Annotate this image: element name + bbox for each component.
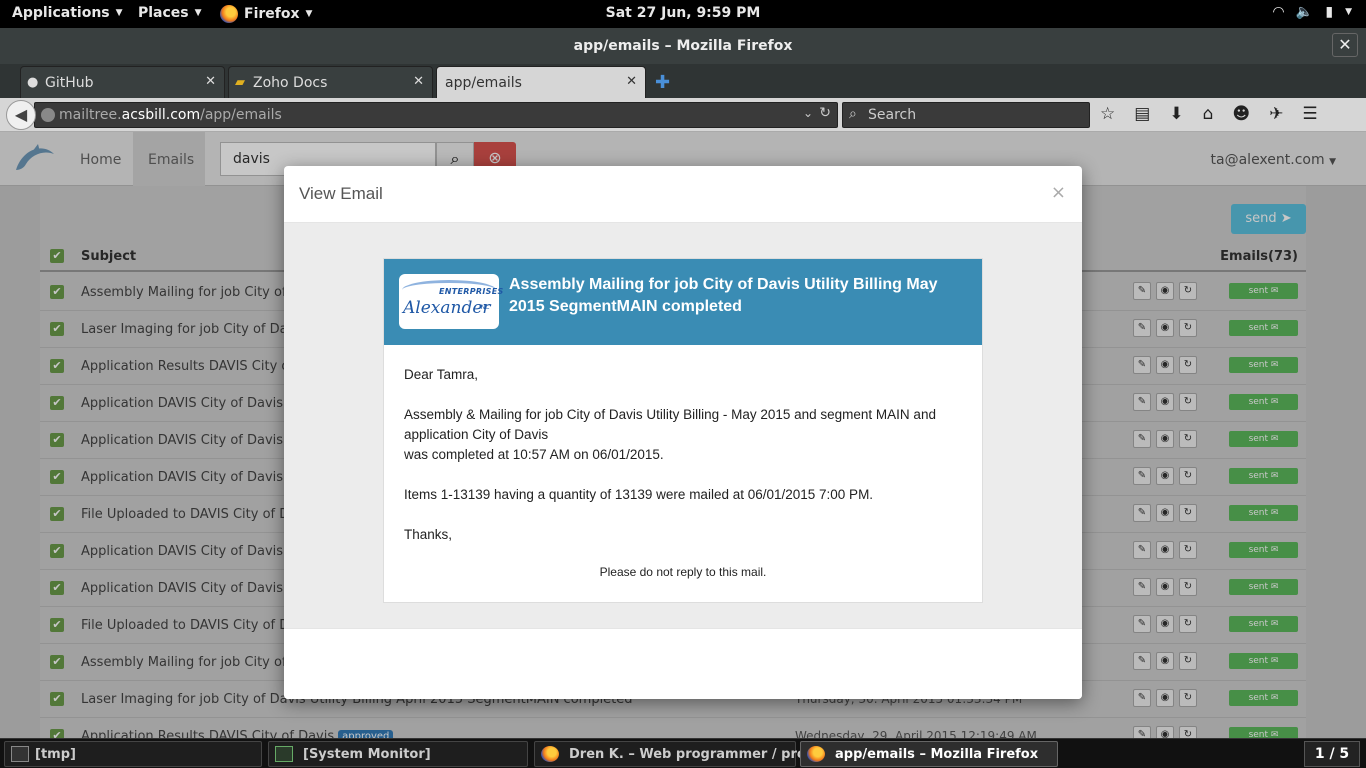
workspace-pager[interactable]: 1 / 5 — [1304, 741, 1360, 767]
email-body-line: Dear Tamra, — [404, 367, 479, 382]
tab-label: GitHub — [45, 75, 94, 91]
modal-close-button[interactable]: × — [1051, 182, 1066, 203]
reload-icon[interactable]: ↻ — [819, 105, 831, 121]
modal-title: View Email — [299, 184, 383, 203]
home-icon[interactable]: ⌂ — [1203, 104, 1214, 124]
search-placeholder: Search — [868, 107, 917, 123]
globe-icon — [41, 108, 55, 122]
task-label: [tmp] — [35, 747, 76, 762]
email-body-line — [404, 385, 964, 405]
tab-app-emails[interactable]: app/emails ✕ — [436, 66, 646, 98]
modal-footer — [284, 628, 1082, 699]
window-close-button[interactable]: ✕ — [1332, 33, 1358, 57]
extension-icon[interactable]: ✈ — [1269, 104, 1283, 124]
search-input[interactable]: ⌕ Search — [842, 102, 1090, 128]
email-footer-note: Please do not reply to this mail. — [599, 565, 767, 579]
hamburger-menu-icon[interactable]: ☰ — [1302, 104, 1317, 124]
firefox-icon — [541, 746, 559, 762]
task-system-monitor[interactable]: [System Monitor] — [268, 741, 528, 767]
email-body-line — [404, 505, 964, 525]
firefox-icon — [807, 746, 825, 762]
battery-icon: ▮ — [1325, 4, 1334, 20]
url-text: mailtree.acsbill.com/app/emails — [59, 107, 282, 123]
modal-header: View Email × — [284, 166, 1082, 223]
email-body-line: Items 1-13139 having a quantity of 13139… — [404, 487, 874, 502]
chat-icon[interactable]: ☻ — [1232, 104, 1250, 124]
email-body-line: Thanks, — [404, 527, 453, 542]
email-subject: Assembly Mailing for job City of Davis U… — [509, 276, 938, 315]
chevron-down-icon: ▼ — [1345, 7, 1352, 17]
modal-body: ENTERPRISES Alexander INC Assembly Maili… — [284, 223, 1082, 628]
email-body-line — [404, 465, 964, 485]
email-header: ENTERPRISES Alexander INC Assembly Maili… — [384, 259, 982, 345]
task-label: [System Monitor] — [303, 747, 431, 762]
folder-icon: ▰ — [235, 75, 245, 90]
view-email-modal: View Email × ENTERPRISES Alexander INC A… — [284, 166, 1082, 699]
clock[interactable]: Sat 27 Jun, 9:59 PM — [0, 5, 1366, 21]
email-preview: ENTERPRISES Alexander INC Assembly Maili… — [383, 258, 983, 603]
tab-label: Zoho Docs — [253, 75, 328, 91]
task-dren-k[interactable]: Dren K. – Web programmer / prog... — [534, 741, 830, 767]
task-app-emails[interactable]: app/emails – Mozilla Firefox — [800, 741, 1058, 767]
system-tray[interactable]: ◠ 🔈 ▮ ▼ — [1273, 4, 1352, 20]
terminal-icon — [11, 746, 29, 762]
tab-bar: ● GitHub ✕ ▰ Zoho Docs ✕ app/emails ✕ — [0, 64, 1366, 98]
tab-label: app/emails — [445, 75, 522, 91]
toolbar-icons: ☆ ▤ ⬇ ⌂ ☻ ✈ ☰ — [1100, 104, 1318, 124]
window-title: app/emails – Mozilla Firefox — [573, 38, 793, 54]
search-icon: ⌕ — [849, 106, 857, 122]
alexander-enterprises-logo: ENTERPRISES Alexander INC — [399, 274, 503, 329]
bookmark-star-icon[interactable]: ☆ — [1100, 104, 1115, 124]
system-monitor-icon — [275, 746, 293, 762]
navigation-toolbar: mailtree.acsbill.com/app/emails ⌄ ↻ ◀ ⌕ … — [0, 98, 1366, 132]
bottom-taskbar: [tmp] [System Monitor] Dren K. – Web pro… — [0, 738, 1366, 768]
email-body-line: Assembly & Mailing for job City of Davis… — [404, 407, 936, 442]
url-bar[interactable]: mailtree.acsbill.com/app/emails ⌄ ↻ — [34, 102, 838, 128]
email-body-line: was completed at 10:57 AM on 06/01/2015. — [404, 447, 664, 462]
email-body-text: Dear Tamra, Assembly & Mailing for job Ci… — [404, 365, 964, 545]
new-tab-button[interactable]: ✚ — [655, 72, 670, 93]
back-button[interactable]: ◀ — [6, 100, 36, 130]
gnome-top-bar: Applications ▼ Places ▼ Firefox ▼ Sat 27… — [0, 0, 1366, 28]
tab-github[interactable]: ● GitHub ✕ — [20, 66, 225, 98]
tab-zoho-docs[interactable]: ▰ Zoho Docs ✕ — [228, 66, 433, 98]
task-label: Dren K. – Web programmer / prog... — [569, 747, 830, 762]
task-label: app/emails – Mozilla Firefox — [835, 747, 1039, 762]
close-icon[interactable]: ✕ — [205, 74, 216, 89]
close-icon[interactable]: ✕ — [626, 74, 637, 89]
volume-icon: 🔈 — [1295, 4, 1314, 20]
window-titlebar: app/emails – Mozilla Firefox ✕ — [0, 28, 1366, 64]
close-icon[interactable]: ✕ — [413, 74, 424, 89]
task-tmp[interactable]: [tmp] — [4, 741, 262, 767]
bookmarks-list-icon[interactable]: ▤ — [1134, 104, 1150, 124]
wifi-icon: ◠ — [1273, 4, 1284, 20]
download-icon[interactable]: ⬇ — [1169, 104, 1183, 124]
chevron-down-icon[interactable]: ⌄ — [803, 106, 813, 120]
github-icon: ● — [27, 75, 39, 90]
